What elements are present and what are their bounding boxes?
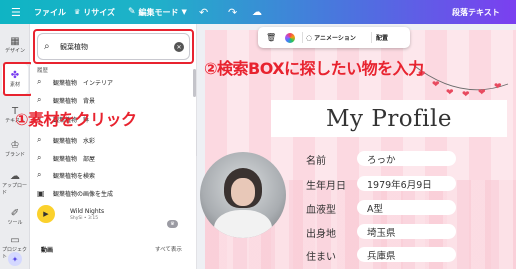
search-icon: ⌕ — [37, 135, 42, 144]
search-icon: ⌕ — [37, 153, 42, 162]
heart-icon: ❤ — [446, 88, 454, 98]
rail-item-brand[interactable]: ♔ ブランド — [2, 134, 28, 164]
arrange-button[interactable]: 配置 — [376, 27, 388, 48]
undo-icon[interactable]: ↶ — [199, 0, 208, 24]
redo-icon[interactable]: ↷ — [228, 0, 237, 24]
left-rail: ▦ デザイン ✤ 素材 T テキスト ♔ ブランド ☁ アップロード ✐ ツール… — [0, 24, 30, 269]
suggestion-item[interactable]: ⌕ 観葉植物 部屋 — [37, 149, 187, 167]
rail-item-label: ツール — [7, 220, 23, 226]
photo-face — [231, 178, 255, 206]
annotation-step-1: ①素材をクリック — [15, 110, 137, 129]
field-value-name[interactable]: ろっか — [357, 151, 456, 166]
animate-button[interactable]: ◌ アニメーション — [306, 27, 356, 48]
file-menu-button[interactable]: ファイル — [34, 0, 66, 24]
brand-icon: ♔ — [10, 140, 20, 151]
folder-icon: ▭ — [10, 234, 20, 246]
videos-section-label: 動画 — [41, 247, 54, 254]
field-label-hometown: 出身地 — [306, 229, 336, 240]
profile-title[interactable]: My Profile — [271, 100, 507, 137]
field-value-blood-type[interactable]: A型 — [357, 200, 456, 215]
rail-item-uploads[interactable]: ☁ アップロード — [2, 168, 28, 198]
field-value-residence[interactable]: 兵庫県 — [357, 247, 456, 262]
generate-image-icon: ▣ — [37, 188, 45, 198]
see-all-link[interactable]: すべて表示 — [155, 245, 182, 253]
search-icon: ⌕ — [37, 95, 42, 104]
rail-item-label: アップロード — [2, 182, 28, 196]
rail-item-label: デザイン — [4, 48, 25, 54]
audio-subtitle: ShySi • 3:15 — [70, 215, 99, 221]
annotation-step-2: ②検索BOXに探したい物を入力 — [204, 59, 424, 78]
field-label-residence: 住まい — [306, 252, 336, 263]
play-icon[interactable]: ▶ — [37, 205, 55, 223]
animate-label: アニメーション — [314, 35, 356, 42]
resize-button[interactable]: ♛ リサイズ — [74, 0, 115, 24]
photo-body — [214, 210, 272, 238]
divider — [302, 32, 303, 43]
heart-icon: ❤ — [462, 90, 470, 100]
suggestion-item[interactable]: ⌕ 観葉植物 水彩 — [37, 131, 187, 149]
layout-icon: ▦ — [10, 36, 20, 47]
suggestion-label: 観葉植物の画像を生成 — [53, 190, 114, 198]
draw-icon: ✐ — [10, 208, 20, 219]
pro-badge: ♛ — [167, 220, 178, 228]
heart-icon: ❤ — [494, 82, 502, 92]
suggestion-item[interactable]: ⌕ 観葉植物を検索 — [37, 166, 187, 184]
suggestion-label: 観葉植物 インテリア — [53, 79, 114, 87]
animation-icon: ◌ — [306, 33, 313, 42]
search-icon: ⌕ — [37, 170, 42, 179]
search-icon: ⌕ — [37, 77, 42, 86]
context-toolbar: 🗑 ◌ アニメーション 配置 — [258, 27, 410, 48]
chevron-down-icon: ▼ — [181, 8, 187, 16]
suggestion-item[interactable]: ⌕ 観葉植物 インテリア — [37, 73, 187, 91]
search-highlight-box — [33, 29, 194, 64]
suggestion-item[interactable]: ▣ 観葉植物の画像を生成 — [37, 184, 187, 202]
audio-title: Wild Nights — [70, 207, 105, 215]
field-label-name: 名前 — [306, 156, 326, 167]
top-toolbar: ☰ ファイル ♛ リサイズ ✎ 編集モード ▼ ↶ ↷ ☁ 段落テキスト — [0, 0, 516, 24]
audio-item[interactable]: ▶ Wild Nights ShySi • 3:15 — [37, 205, 104, 223]
field-label-birthday: 生年月日 — [306, 181, 346, 192]
color-picker-button[interactable] — [285, 27, 297, 48]
magic-icon[interactable]: ✦ — [8, 252, 22, 266]
field-value-hometown[interactable]: 埼玉県 — [357, 224, 456, 239]
crown-icon: ♛ — [74, 8, 81, 16]
heart-icon: ❤ — [432, 80, 440, 90]
document-title[interactable]: 段落テキスト — [452, 0, 500, 24]
upload-icon: ☁ — [10, 170, 20, 182]
menu-icon[interactable]: ☰ — [11, 0, 25, 24]
profile-photo[interactable] — [200, 152, 286, 238]
rail-item-design[interactable]: ▦ デザイン — [2, 30, 28, 60]
suggestion-label: 観葉植物 部屋 — [53, 155, 96, 163]
rail-item-draw[interactable]: ✐ ツール — [2, 202, 28, 232]
cloud-save-icon[interactable]: ☁ — [252, 0, 262, 24]
field-value-birthday[interactable]: 1979年6月9日 — [357, 176, 456, 191]
panel-scrollbar[interactable] — [193, 69, 196, 97]
elements-highlight-box — [3, 62, 33, 96]
suggestion-label: 観葉植物 水彩 — [53, 137, 96, 145]
resize-label: リサイズ — [83, 7, 116, 17]
suggestion-label: 観葉植物 背景 — [53, 97, 96, 105]
field-label-blood-type: 血液型 — [306, 205, 336, 216]
edit-mode-button[interactable]: ✎ 編集モード ▼ — [128, 0, 187, 24]
rail-item-label: ブランド — [4, 152, 25, 158]
suggestion-label: 観葉植物を検索 — [53, 172, 96, 180]
edit-mode-label: 編集モード — [138, 7, 179, 17]
trash-icon[interactable]: 🗑 — [266, 27, 276, 48]
pencil-icon: ✎ — [128, 7, 136, 17]
divider — [371, 32, 372, 43]
heart-icon: ❤ — [478, 88, 486, 98]
color-wheel-icon — [285, 32, 295, 43]
